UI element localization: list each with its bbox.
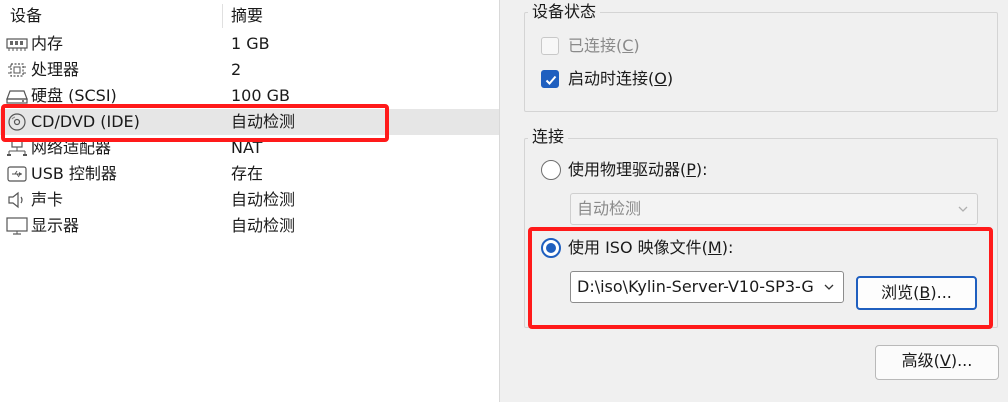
device-status-group xyxy=(524,12,998,112)
device-status-title: 设备状态 xyxy=(528,1,601,23)
column-header-device[interactable]: 设备 xyxy=(10,0,42,32)
device-summary: 1 GB xyxy=(231,34,270,53)
memory-icon xyxy=(6,35,28,53)
monitor-icon xyxy=(6,217,28,235)
usb-icon xyxy=(6,165,28,183)
device-summary: 自动检测 xyxy=(231,216,296,235)
device-row-cpu[interactable]: 处理器 2 xyxy=(0,57,499,83)
device-row-memory[interactable]: 内存 1 GB xyxy=(0,31,499,57)
physical-drive-value: 自动检测 xyxy=(577,199,642,218)
physical-drive-select[interactable]: 自动检测 xyxy=(570,193,978,225)
connected-label: 已连接(C) xyxy=(568,36,640,55)
device-name: 显示器 xyxy=(31,216,80,235)
column-divider[interactable] xyxy=(222,4,223,28)
device-name: 内存 xyxy=(31,34,64,53)
column-header-summary[interactable]: 摘要 xyxy=(231,0,263,32)
device-row-display[interactable]: 显示器 自动检测 xyxy=(0,213,499,239)
connect-on-power-label: 启动时连接(O) xyxy=(568,69,674,88)
device-list: 设备 摘要 内存 1 GB 处理器 2 硬盘 (SCSI) 100 GB CD/… xyxy=(0,0,500,402)
advanced-button-label: 高级(V)... xyxy=(901,351,973,370)
cpu-icon xyxy=(6,61,28,79)
chevron-down-icon xyxy=(958,206,968,212)
device-name: 处理器 xyxy=(31,60,80,79)
speaker-icon xyxy=(6,191,28,209)
device-summary: 存在 xyxy=(231,164,264,183)
device-name: USB 控制器 xyxy=(31,164,117,183)
connected-checkbox[interactable] xyxy=(541,37,559,55)
checkmark-icon xyxy=(545,75,557,85)
device-name: 声卡 xyxy=(31,190,64,209)
physical-drive-radio[interactable] xyxy=(541,160,561,180)
device-row-sound[interactable]: 声卡 自动检测 xyxy=(0,187,499,213)
highlight-box-iso xyxy=(528,227,993,329)
device-row-usb[interactable]: USB 控制器 存在 xyxy=(0,161,499,187)
connect-on-power-checkbox[interactable] xyxy=(541,70,559,88)
highlight-box-cdrom xyxy=(1,104,389,142)
advanced-button[interactable]: 高级(V)... xyxy=(875,345,999,380)
harddisk-icon xyxy=(6,87,28,105)
device-summary: 2 xyxy=(231,60,242,79)
physical-drive-label: 使用物理驱动器(P): xyxy=(568,160,708,179)
device-summary: 自动检测 xyxy=(231,190,296,209)
connection-title: 连接 xyxy=(528,126,569,148)
